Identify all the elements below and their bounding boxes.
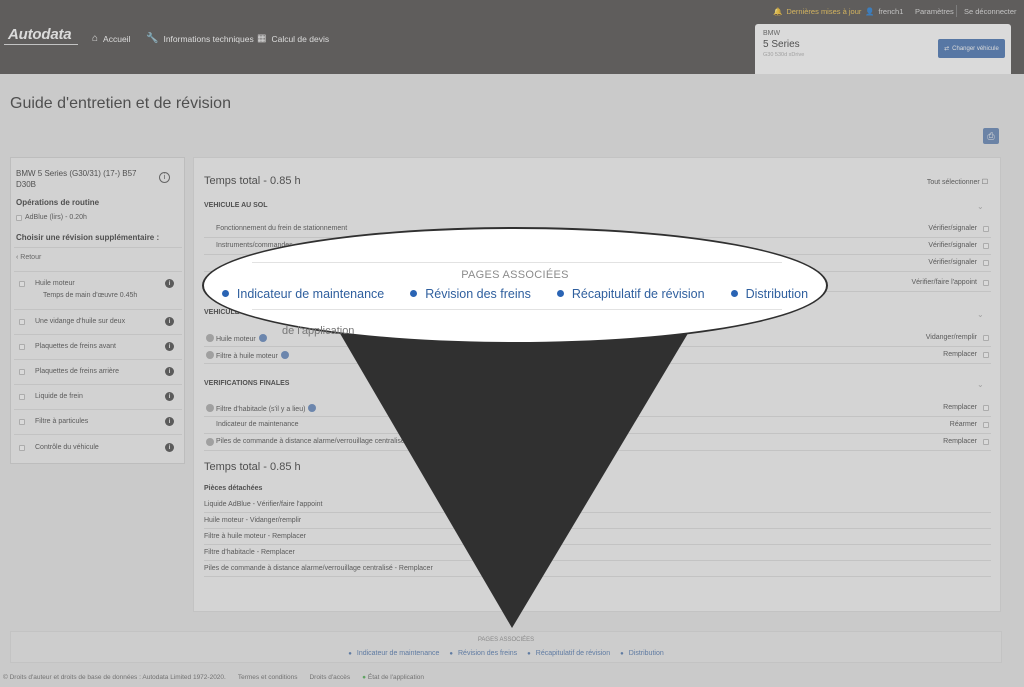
bullet-icon [556,290,564,297]
ghost-text: de l'application [282,325,355,337]
bullet-icon [410,290,418,297]
magnified-link-brake-service[interactable]: Révision des freins [410,287,531,301]
magnified-related-links: Indicateur de maintenance Révision des f… [204,287,826,301]
divider [252,309,782,310]
magnified-link-timing[interactable]: Distribution [730,287,808,301]
callout-cone [338,330,690,628]
magnified-related-title: PAGES ASSOCIÉES [461,269,569,281]
bullet-icon [221,290,229,297]
magnified-link-maintenance-indicator[interactable]: Indicateur de maintenance [221,287,384,301]
divider [252,262,782,263]
magnified-link-service-summary[interactable]: Récapitulatif de révision [556,287,705,301]
bullet-icon [730,290,738,297]
